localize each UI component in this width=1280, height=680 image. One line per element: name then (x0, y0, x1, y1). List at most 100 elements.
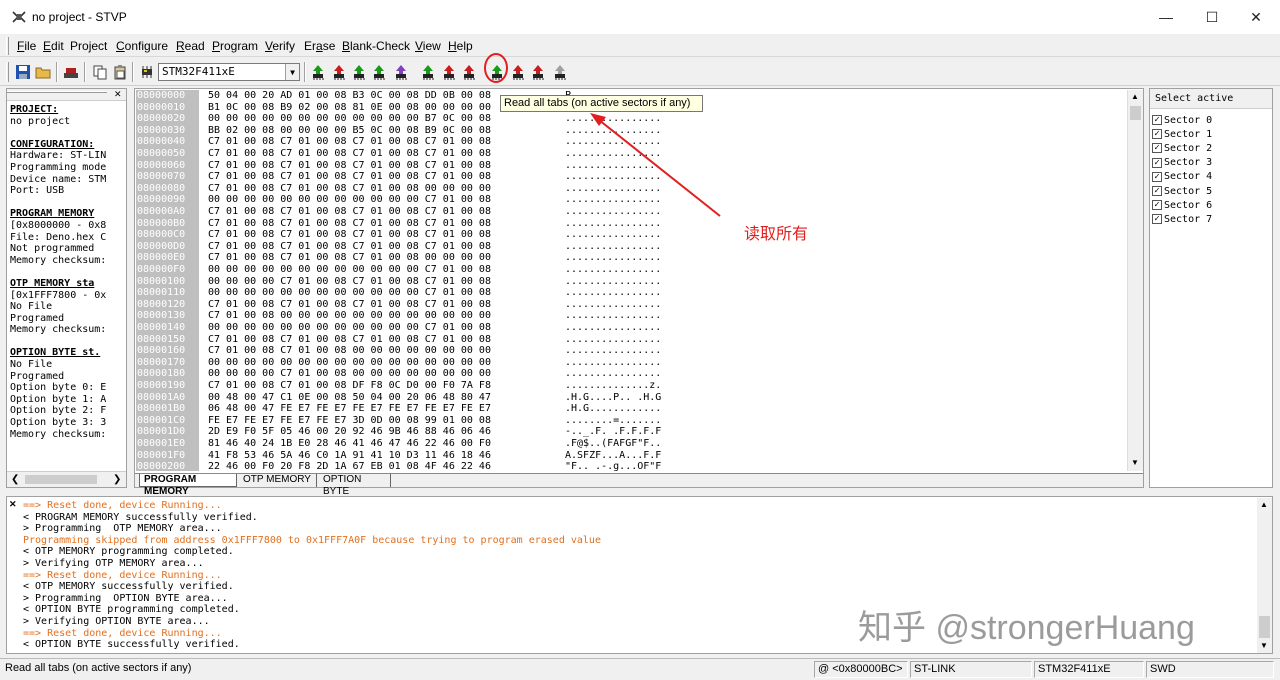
sector-checkbox-row[interactable]: ✓ Sector 1 (1152, 127, 1212, 141)
scroll-thumb[interactable] (1130, 106, 1141, 120)
vertical-scrollbar[interactable]: ▲ ▼ (1127, 90, 1143, 471)
verify-all-tabs-icon[interactable] (461, 64, 477, 80)
menu-item[interactable]: Configure (116, 39, 168, 53)
hex-ascii: .H.G....P.. .H.G (565, 391, 662, 403)
blank-check-icon[interactable] (393, 64, 409, 80)
scroll-up-icon[interactable]: ▲ (1131, 92, 1139, 101)
hex-row[interactable]: 080001F0 41 F8 53 46 5A 46 C0 1A 91 41 10… (135, 450, 1125, 462)
save-icon[interactable] (15, 64, 31, 80)
program-all-tabs-icon[interactable] (441, 64, 457, 80)
checkbox-checked-icon[interactable]: ✓ (1152, 214, 1162, 225)
hex-row[interactable]: 080000F0 00 00 00 00 00 00 00 00 00 00 00… (135, 264, 1125, 276)
scroll-right-icon[interactable]: ❯ (113, 474, 121, 485)
hex-row[interactable]: 080001C0 FE E7 FE E7 FE E7 FE E7 3D 0D 00… (135, 415, 1125, 427)
menu-item[interactable]: Read (176, 39, 205, 53)
horizontal-scrollbar[interactable]: ❮ ❯ (7, 471, 126, 487)
hex-row[interactable]: 08000200 22 46 00 F0 20 F8 2D 1A 67 EB 01… (135, 461, 1125, 471)
sector-checkbox-row[interactable]: ✓ Sector 0 (1152, 113, 1212, 127)
info-line (10, 127, 126, 139)
maximize-button[interactable]: ☐ (1189, 0, 1235, 34)
device-select[interactable]: STM32F411xE ▼ (158, 63, 300, 81)
tab-option-byte[interactable]: OPTION BYTE (319, 474, 391, 497)
section-heading: OTP MEMORY sta (10, 277, 95, 289)
read-all-tabs-icon[interactable] (420, 64, 436, 80)
hex-row[interactable]: 08000120 C7 01 00 08 C7 01 00 08 C7 01 00… (135, 299, 1125, 311)
read-current-tab-icon[interactable] (310, 64, 326, 80)
hex-ascii: ................ (565, 368, 662, 380)
hex-row[interactable]: 08000110 00 00 00 00 00 00 00 00 00 00 00… (135, 287, 1125, 299)
verify-current-tab-icon[interactable] (351, 64, 367, 80)
hex-row[interactable]: 08000100 00 00 00 00 C7 01 00 08 C7 01 00… (135, 276, 1125, 288)
checkbox-checked-icon[interactable]: ✓ (1152, 171, 1162, 182)
chevron-down-icon[interactable]: ▼ (285, 64, 299, 80)
device-chip-icon[interactable] (139, 64, 155, 80)
minimize-button[interactable]: — (1143, 0, 1189, 34)
tab-program-memory[interactable]: PROGRAM MEMORY (139, 474, 237, 497)
compare-icon[interactable] (371, 64, 387, 80)
program-current-tab-icon[interactable] (331, 64, 347, 80)
sector-checkbox-row[interactable]: ✓ Sector 7 (1152, 212, 1212, 226)
sector-checkbox-row[interactable]: ✓ Sector 5 (1152, 184, 1212, 198)
checkbox-checked-icon[interactable]: ✓ (1152, 186, 1162, 196)
info-line: Programed (10, 370, 65, 382)
checkbox-checked-icon[interactable]: ✓ (1152, 115, 1162, 125)
log-line: ==> Reset done, device Running... (23, 627, 222, 639)
checkbox-checked-icon[interactable]: ✓ (1152, 157, 1162, 168)
sector-checkbox-row[interactable]: ✓ Sector 3 (1152, 156, 1212, 170)
log-vertical-scrollbar[interactable]: ▲ ▼ (1257, 498, 1272, 653)
scroll-up-icon[interactable]: ▲ (1260, 500, 1268, 509)
hex-row[interactable]: 08000160 C7 01 00 08 C7 01 00 08 00 00 00… (135, 345, 1125, 357)
erase-active-sectors-icon[interactable] (552, 64, 568, 80)
paste-icon[interactable] (112, 64, 128, 80)
menu-item[interactable]: Help (448, 39, 473, 53)
hex-row[interactable]: 08000180 00 00 00 00 C7 01 00 08 00 00 00… (135, 368, 1125, 380)
scroll-thumb[interactable] (1259, 616, 1270, 638)
close-button[interactable]: ✕ (1233, 0, 1279, 34)
menu-item[interactable]: Project (70, 39, 107, 53)
scroll-down-icon[interactable]: ▼ (1131, 458, 1139, 467)
program-all-icon[interactable] (63, 64, 79, 80)
log-line: < OPTION BYTE successfully verified. (23, 639, 240, 651)
hex-row[interactable]: 08000150 C7 01 00 08 C7 01 00 08 C7 01 00… (135, 334, 1125, 346)
hex-row[interactable]: 080001B0 06 48 00 47 FE E7 FE E7 FE E7 FE… (135, 403, 1125, 415)
menu-item[interactable]: Blank-Check (342, 39, 410, 53)
verify-active-sectors-icon[interactable] (530, 64, 546, 80)
menu-item[interactable]: File (17, 39, 36, 53)
hex-row[interactable]: 080001E0 81 46 40 24 1B E0 28 46 41 46 47… (135, 438, 1125, 450)
hex-row[interactable]: 08000190 C7 01 00 08 C7 01 00 08 DF F8 0C… (135, 380, 1125, 392)
hex-address: 08000080 (137, 182, 186, 194)
hex-row[interactable]: 08000140 00 00 00 00 00 00 00 00 00 00 00… (135, 322, 1125, 334)
tab-otp-memory[interactable]: OTP MEMORY (239, 474, 317, 487)
sector-checkbox-row[interactable]: ✓ Sector 4 (1152, 170, 1212, 184)
info-line: Port: USB (10, 185, 65, 197)
hex-row[interactable]: 08000170 00 00 00 00 00 00 00 00 00 00 00… (135, 357, 1125, 369)
scroll-left-icon[interactable]: ❮ (11, 474, 19, 485)
hex-row[interactable]: 080001D0 2D E9 F0 5F 05 46 00 20 92 46 9B… (135, 426, 1125, 438)
sector-checkbox-row[interactable]: ✓ Sector 6 (1152, 198, 1212, 212)
hex-row[interactable]: 080000D0 C7 01 00 08 C7 01 00 08 C7 01 00… (135, 241, 1125, 253)
panel-close-icon[interactable]: ✕ (114, 89, 122, 100)
hex-bytes: C7 01 00 08 C7 01 00 08 C7 01 00 08 00 0… (208, 182, 491, 194)
menu-item[interactable]: Edit (43, 39, 64, 53)
menu-item[interactable]: Verify (265, 39, 295, 53)
scroll-thumb[interactable] (25, 475, 97, 484)
open-folder-icon[interactable] (35, 64, 51, 80)
sector-checkbox-row[interactable]: ✓ Sector 2 (1152, 141, 1212, 155)
hex-bytes: C7 01 00 08 C7 01 00 08 00 00 00 00 00 0… (208, 345, 491, 357)
hex-row[interactable]: 080000E0 C7 01 00 08 C7 01 00 08 C7 01 00… (135, 252, 1125, 264)
checkbox-checked-icon[interactable]: ✓ (1152, 143, 1162, 154)
checkbox-checked-icon[interactable]: ✓ (1152, 129, 1162, 140)
hex-row[interactable]: 08000130 C7 01 00 08 00 00 00 00 00 00 00… (135, 310, 1125, 322)
menu-item[interactable]: Program (212, 39, 258, 53)
hex-bytes: 00 00 00 00 00 00 00 00 00 00 00 00 C7 0… (208, 322, 491, 333)
menu-item[interactable]: View (415, 39, 441, 53)
hex-row[interactable]: 080001A0 00 48 00 47 C1 0E 00 08 50 04 00… (135, 392, 1125, 404)
copy-icon[interactable] (92, 64, 108, 80)
hex-row[interactable]: 080000C0 C7 01 00 08 C7 01 00 08 C7 01 00… (135, 229, 1125, 241)
checkbox-checked-icon[interactable]: ✓ (1152, 200, 1162, 211)
scroll-down-icon[interactable]: ▼ (1260, 641, 1268, 650)
menu-item[interactable]: Erase (304, 39, 335, 53)
log-close-icon[interactable]: ✕ (9, 499, 17, 510)
program-active-sectors-icon[interactable] (510, 64, 526, 80)
hex-address: 080000E0 (137, 252, 186, 264)
